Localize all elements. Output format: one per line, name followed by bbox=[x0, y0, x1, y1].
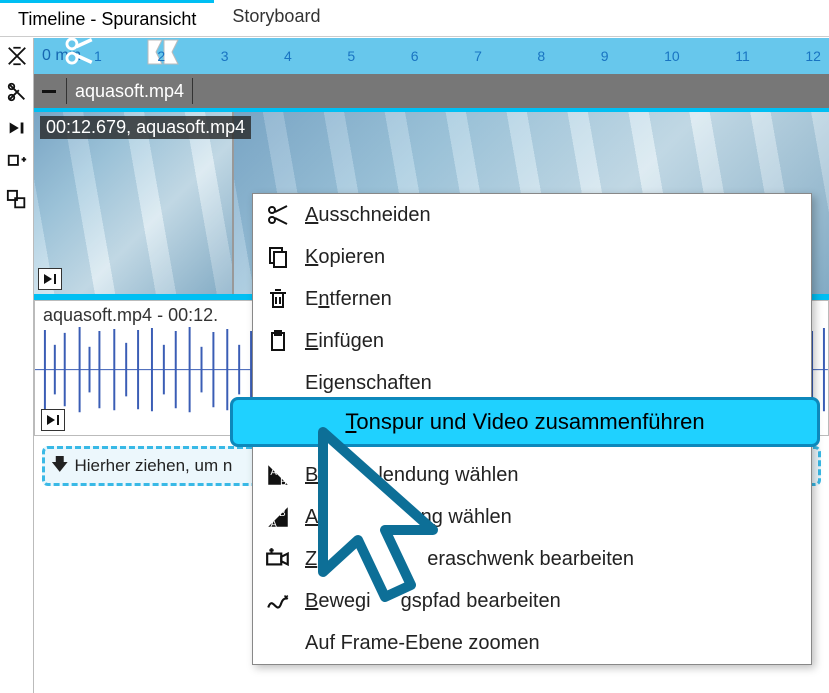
camera-icon bbox=[253, 546, 303, 572]
menu-zoom-frame[interactable]: Auf Frame-Ebene zoomen bbox=[253, 622, 811, 664]
svg-text:B: B bbox=[280, 477, 287, 488]
fadein-icon: AB bbox=[253, 462, 303, 488]
svg-text:A: A bbox=[270, 519, 277, 530]
track-play-icon[interactable] bbox=[41, 409, 65, 431]
cut-icon[interactable] bbox=[3, 78, 31, 106]
path-icon bbox=[253, 588, 303, 614]
menu-label: Eigenschaften bbox=[303, 372, 811, 395]
tick: 4 bbox=[284, 48, 292, 64]
skip-icon[interactable] bbox=[3, 114, 31, 142]
tick: 6 bbox=[411, 48, 419, 64]
menu-label: Entfernen bbox=[303, 288, 811, 311]
down-arrow-icon: 🡇 bbox=[51, 452, 68, 481]
svg-text:B: B bbox=[279, 508, 286, 519]
fadeout-icon: BA bbox=[253, 504, 303, 530]
collapse-icon[interactable] bbox=[42, 90, 56, 93]
tick: 5 bbox=[347, 48, 355, 64]
menu-label: Einfügen bbox=[303, 330, 811, 353]
paste-icon bbox=[253, 329, 303, 353]
scissors-icon[interactable] bbox=[62, 34, 96, 71]
menu-remove[interactable]: Entfernen bbox=[253, 278, 811, 320]
video-clip-label: 00:12.679, aquasoft.mp4 bbox=[40, 116, 251, 139]
track-filename: aquasoft.mp4 bbox=[66, 78, 193, 104]
tick: 12 bbox=[805, 48, 821, 64]
tick: 11 bbox=[735, 48, 750, 64]
fx-icon[interactable] bbox=[3, 42, 31, 70]
scissors-icon bbox=[253, 203, 303, 227]
menu-label: AAusschneidenusschneiden bbox=[303, 204, 811, 227]
audio-clip-label: aquasoft.mp4 - 00:12. bbox=[43, 305, 218, 326]
menu-copy[interactable]: Kopieren bbox=[253, 236, 811, 278]
menu-paste[interactable]: Einfügen bbox=[253, 320, 811, 362]
tick: 2 bbox=[157, 48, 165, 64]
video-thumbnail[interactable] bbox=[34, 112, 234, 294]
tabs-bar: Timeline - Spuransicht Storyboard bbox=[0, 0, 829, 37]
cursor-icon bbox=[313, 422, 473, 627]
tick: 7 bbox=[474, 48, 482, 64]
svg-text:A: A bbox=[270, 467, 277, 478]
ruler-ticks: 1 2 3 4 5 6 7 8 9 10 11 12 bbox=[94, 48, 829, 64]
tab-timeline[interactable]: Timeline - Spuransicht bbox=[0, 0, 214, 36]
tab-storyboard[interactable]: Storyboard bbox=[214, 0, 338, 36]
drop-target-text: Hierher ziehen, um n bbox=[74, 456, 232, 476]
trash-icon bbox=[253, 287, 303, 311]
track-header: aquasoft.mp4 bbox=[34, 74, 829, 108]
add-track-icon[interactable] bbox=[3, 150, 31, 178]
tick: 3 bbox=[221, 48, 229, 64]
left-toolbar bbox=[0, 38, 34, 693]
menu-cut[interactable]: AAusschneidenusschneiden bbox=[253, 194, 811, 236]
tick: 10 bbox=[664, 48, 680, 64]
group-icon[interactable] bbox=[3, 186, 31, 214]
menu-label: Auf Frame-Ebene zoomen bbox=[303, 632, 811, 655]
track-play-icon[interactable] bbox=[38, 268, 62, 290]
copy-icon bbox=[253, 245, 303, 269]
menu-label: Kopieren bbox=[303, 246, 811, 269]
time-ruler[interactable]: 0 min 1 2 3 4 5 6 7 8 9 10 11 12 bbox=[34, 38, 829, 74]
tick: 9 bbox=[601, 48, 609, 64]
tick: 8 bbox=[537, 48, 545, 64]
